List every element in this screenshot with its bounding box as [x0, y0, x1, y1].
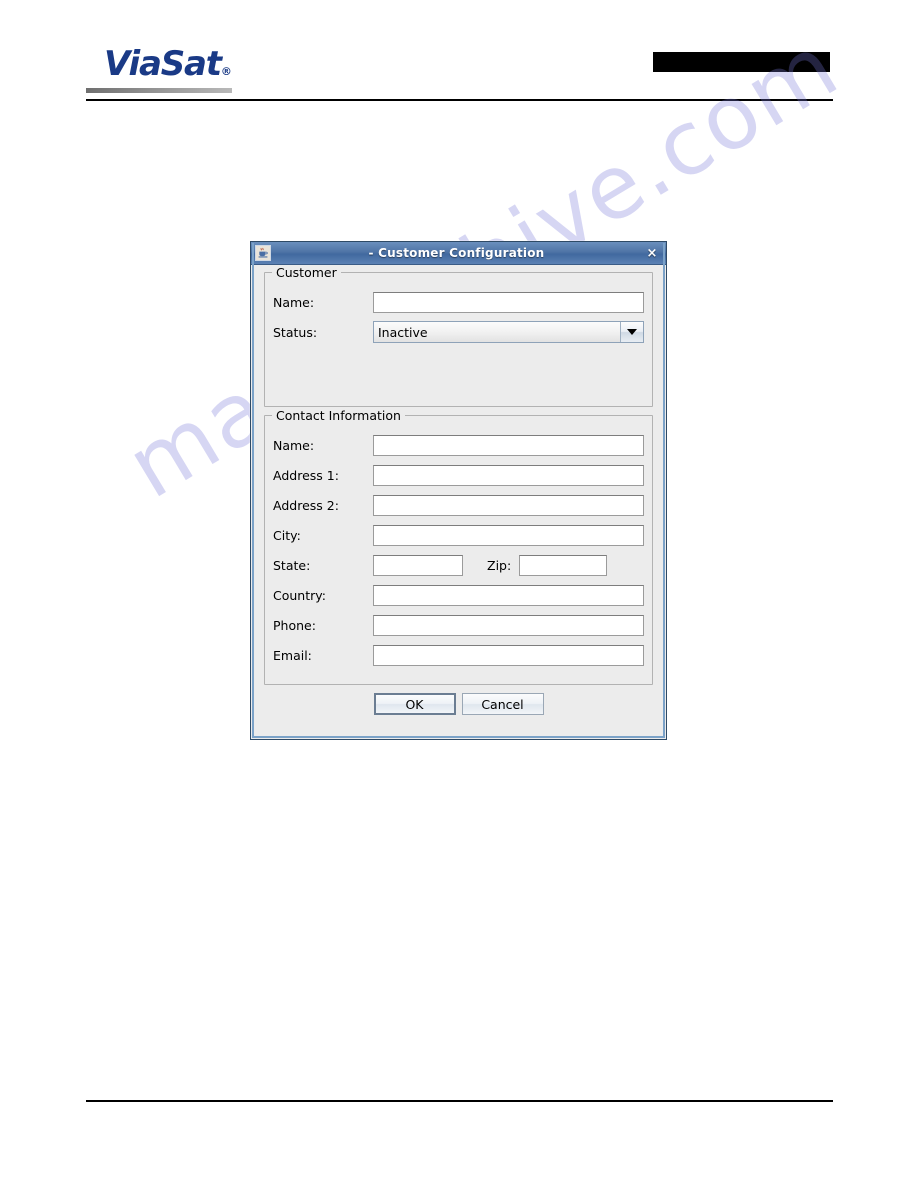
dialog-title: - Customer Configuration: [368, 246, 545, 260]
customer-group-title: Customer: [272, 265, 341, 280]
contact-city-row: City:: [273, 520, 644, 550]
ok-button[interactable]: OK: [373, 693, 456, 715]
logo-wordmark: ViaSat: [104, 44, 222, 84]
contact-address1-input[interactable]: [373, 464, 644, 486]
contact-address1-label: Address 1:: [273, 467, 339, 483]
customer-group: Customer Name: Status: Inactive: [264, 265, 653, 407]
contact-address2-input[interactable]: [373, 494, 644, 516]
contact-city-label: City:: [273, 527, 301, 543]
contact-zip-label: Zip:: [487, 557, 512, 573]
contact-country-label: Country:: [273, 587, 326, 603]
viasat-logo: ViaSat®: [104, 44, 239, 86]
dialog-titlebar[interactable]: - Customer Configuration ×: [251, 242, 666, 265]
contact-state-label: State:: [273, 557, 311, 573]
contact-country-row: Country:: [273, 580, 644, 610]
customer-status-row: Status: Inactive: [273, 317, 644, 347]
customer-configuration-dialog: - Customer Configuration × Customer Name…: [250, 241, 667, 740]
contact-address2-row: Address 2:: [273, 490, 644, 520]
contact-address2-label: Address 2:: [273, 497, 339, 513]
customer-name-row: Name:: [273, 287, 644, 317]
contact-phone-label: Phone:: [273, 617, 316, 633]
contact-email-row: Email:: [273, 640, 644, 670]
contact-state-input[interactable]: [373, 554, 463, 576]
document-page: ViaSat® manualshive.com - Customer Confi…: [0, 0, 918, 1188]
redaction-bar: [653, 52, 830, 72]
contact-information-group: Contact Information Name: Address 1: Add…: [264, 408, 653, 685]
chevron-down-glyph: [627, 329, 637, 335]
contact-address1-row: Address 1:: [273, 460, 644, 490]
contact-email-input[interactable]: [373, 644, 644, 666]
contact-country-input[interactable]: [373, 584, 644, 606]
cancel-button[interactable]: Cancel: [461, 693, 544, 715]
logo-registered-mark: ®: [220, 65, 232, 78]
contact-phone-row: Phone:: [273, 610, 644, 640]
contact-state-zip-row: State: Zip:: [273, 550, 644, 580]
customer-status-label: Status:: [273, 324, 318, 340]
close-icon[interactable]: ×: [642, 246, 662, 261]
customer-name-label: Name:: [273, 294, 315, 310]
chevron-down-icon[interactable]: [620, 322, 643, 342]
customer-status-select[interactable]: Inactive: [373, 321, 644, 343]
logo-underbar: [86, 88, 232, 93]
java-coffee-cup-icon: [255, 245, 271, 261]
dialog-body: Customer Name: Status: Inactive Contact …: [254, 265, 663, 736]
contact-name-label: Name:: [273, 437, 315, 453]
dialog-button-row: OK Cancel: [264, 693, 653, 715]
contact-email-label: Email:: [273, 647, 312, 663]
contact-name-row: Name:: [273, 430, 644, 460]
customer-status-value: Inactive: [374, 322, 620, 342]
contact-city-input[interactable]: [373, 524, 644, 546]
header-rule: [86, 99, 833, 101]
footer-rule: [86, 1100, 833, 1102]
contact-zip-input[interactable]: [519, 554, 608, 576]
contact-name-input[interactable]: [373, 434, 644, 456]
customer-name-input[interactable]: [373, 291, 644, 313]
contact-phone-input[interactable]: [373, 614, 644, 636]
contact-group-title: Contact Information: [272, 408, 405, 423]
